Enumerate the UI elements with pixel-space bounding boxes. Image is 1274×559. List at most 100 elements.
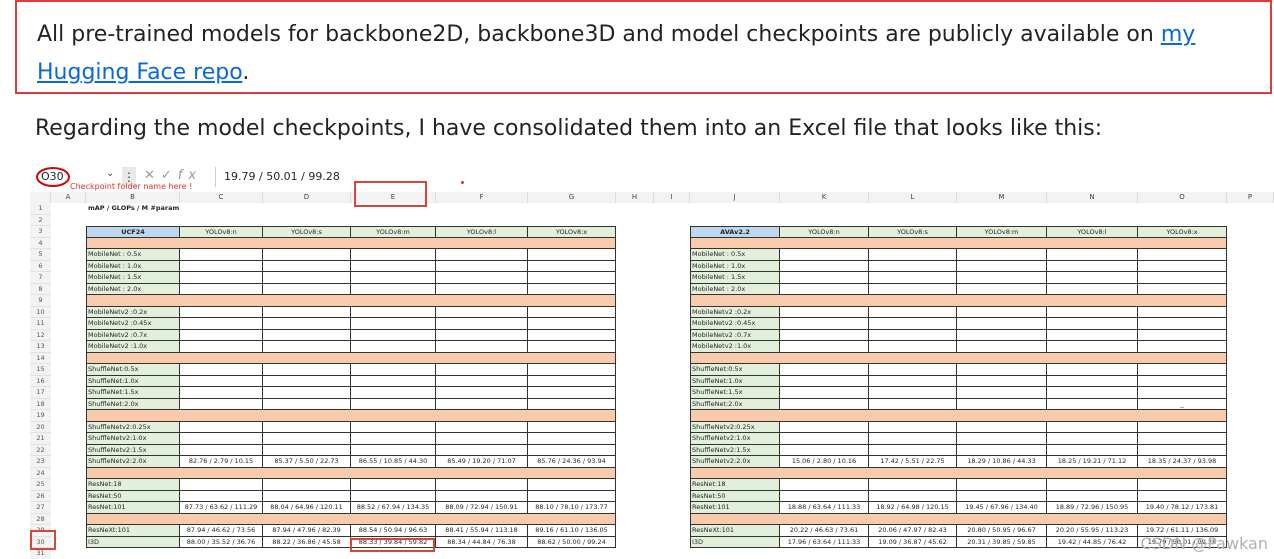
result-cell[interactable]: 20.06 / 47.97 / 82.43: [869, 525, 957, 537]
result-cell[interactable]: [780, 318, 869, 330]
dataset-header[interactable]: AVAv2.2: [690, 226, 780, 238]
backbone-label[interactable]: ShuffleNetv2:1.0x: [86, 433, 180, 445]
result-cell[interactable]: [528, 249, 616, 261]
result-cell[interactable]: [180, 318, 263, 330]
column-header-p[interactable]: P: [1227, 192, 1274, 203]
result-cell[interactable]: [436, 375, 528, 387]
column-header-m[interactable]: M: [957, 192, 1047, 203]
result-cell[interactable]: [1047, 318, 1138, 330]
result-cell[interactable]: [1047, 260, 1138, 272]
row-header-27[interactable]: 27: [30, 502, 51, 514]
result-cell[interactable]: 88.04 / 64.96 / 120.11: [263, 502, 351, 514]
row-header-13[interactable]: 13: [30, 341, 51, 353]
result-cell[interactable]: [351, 433, 436, 445]
result-cell[interactable]: 18.89 / 72.96 / 150.95: [1047, 502, 1138, 514]
backbone-label[interactable]: MobileNetv2 :1.0x: [86, 341, 180, 353]
result-cell[interactable]: [436, 479, 528, 491]
result-cell[interactable]: 88.10 / 78.10 / 173.77: [528, 502, 616, 514]
row-header-16[interactable]: 16: [30, 375, 51, 387]
result-cell[interactable]: [869, 433, 957, 445]
chevron-down-icon[interactable]: ⌄: [106, 168, 114, 179]
result-cell[interactable]: [957, 249, 1047, 261]
model-header[interactable]: YOLOv8:l: [1047, 226, 1138, 238]
row-header-26[interactable]: 26: [30, 490, 51, 502]
result-cell[interactable]: [436, 249, 528, 261]
result-cell[interactable]: [180, 444, 263, 456]
result-cell[interactable]: [436, 444, 528, 456]
column-header-d[interactable]: D: [263, 192, 351, 203]
result-cell[interactable]: [1138, 306, 1227, 318]
result-cell[interactable]: [263, 318, 351, 330]
result-cell[interactable]: [263, 283, 351, 295]
result-cell[interactable]: [1138, 421, 1227, 433]
backbone-label[interactable]: ResNet:101: [690, 502, 780, 514]
result-cell[interactable]: [180, 249, 263, 261]
result-cell[interactable]: 19.42 / 44.85 / 76.42: [1047, 536, 1138, 548]
result-cell[interactable]: [1047, 249, 1138, 261]
result-cell[interactable]: _: [1138, 398, 1227, 410]
result-cell[interactable]: [869, 421, 957, 433]
result-cell[interactable]: [1047, 444, 1138, 456]
backbone-label[interactable]: ShuffleNet:2.0x: [690, 398, 780, 410]
result-cell[interactable]: [436, 433, 528, 445]
result-cell[interactable]: [1138, 329, 1227, 341]
row-header-10[interactable]: 10: [30, 306, 51, 318]
result-cell[interactable]: [1138, 272, 1227, 284]
result-cell[interactable]: 88.41 / 55.94 / 113.18: [436, 525, 528, 537]
result-cell[interactable]: [180, 364, 263, 376]
result-cell[interactable]: [528, 341, 616, 353]
backbone-label[interactable]: MobileNet : 0.5x: [690, 249, 780, 261]
fx-icon[interactable]: fx: [178, 168, 202, 183]
backbone-label[interactable]: ShuffleNet:0.5x: [690, 364, 780, 376]
result-cell[interactable]: 86.55 / 10.85 / 44.30: [351, 456, 436, 468]
result-cell[interactable]: [957, 272, 1047, 284]
result-cell[interactable]: 19.09 / 36.87 / 45.62: [869, 536, 957, 548]
result-cell[interactable]: [528, 490, 616, 502]
result-cell[interactable]: [528, 421, 616, 433]
result-cell[interactable]: [869, 398, 957, 410]
result-cell[interactable]: [869, 444, 957, 456]
result-cell[interactable]: 88.00 / 35.52 / 36.76: [180, 536, 263, 548]
result-cell[interactable]: [351, 387, 436, 399]
result-cell[interactable]: 19.45 / 67.96 / 134.40: [957, 502, 1047, 514]
result-cell[interactable]: [869, 329, 957, 341]
result-cell[interactable]: [180, 260, 263, 272]
row-header-6[interactable]: 6: [30, 260, 51, 272]
result-cell[interactable]: [528, 272, 616, 284]
backbone-label[interactable]: I3D: [86, 536, 180, 548]
model-header[interactable]: YOLOv8:n: [780, 226, 869, 238]
result-cell[interactable]: [180, 398, 263, 410]
column-header-j[interactable]: J: [690, 192, 780, 203]
row-header-22[interactable]: 22: [30, 444, 51, 456]
row-header-25[interactable]: 25: [30, 479, 51, 491]
column-header-g[interactable]: G: [528, 192, 616, 203]
result-cell[interactable]: [1047, 341, 1138, 353]
result-cell[interactable]: [528, 444, 616, 456]
row-header-9[interactable]: 9: [30, 295, 51, 307]
dataset-header[interactable]: UCF24: [86, 226, 180, 238]
result-cell[interactable]: [957, 444, 1047, 456]
result-cell[interactable]: [436, 329, 528, 341]
backbone-label[interactable]: ShuffleNetv2:0.25x: [86, 421, 180, 433]
result-cell[interactable]: [780, 329, 869, 341]
result-cell[interactable]: [869, 283, 957, 295]
result-cell[interactable]: [263, 329, 351, 341]
backbone-label[interactable]: MobileNet : 1.5x: [86, 272, 180, 284]
result-cell[interactable]: [263, 479, 351, 491]
result-cell[interactable]: [1138, 283, 1227, 295]
result-cell[interactable]: [957, 490, 1047, 502]
result-cell[interactable]: 18.92 / 64.98 / 120.15: [869, 502, 957, 514]
result-cell[interactable]: [528, 283, 616, 295]
row-header-3[interactable]: 3: [30, 226, 51, 238]
result-cell[interactable]: [180, 433, 263, 445]
column-header-h[interactable]: H: [616, 192, 654, 203]
result-cell[interactable]: [1138, 479, 1227, 491]
row-header-7[interactable]: 7: [30, 272, 51, 284]
column-header-o[interactable]: O: [1138, 192, 1227, 203]
backbone-label[interactable]: MobileNet : 0.5x: [86, 249, 180, 261]
result-cell[interactable]: 88.09 / 72.94 / 150.91: [436, 502, 528, 514]
result-cell[interactable]: [1138, 249, 1227, 261]
backbone-label[interactable]: ShuffleNet:2.0x: [86, 398, 180, 410]
result-cell[interactable]: 88.62 / 50.00 / 99.24: [528, 536, 616, 548]
column-header-b[interactable]: B: [86, 192, 180, 203]
